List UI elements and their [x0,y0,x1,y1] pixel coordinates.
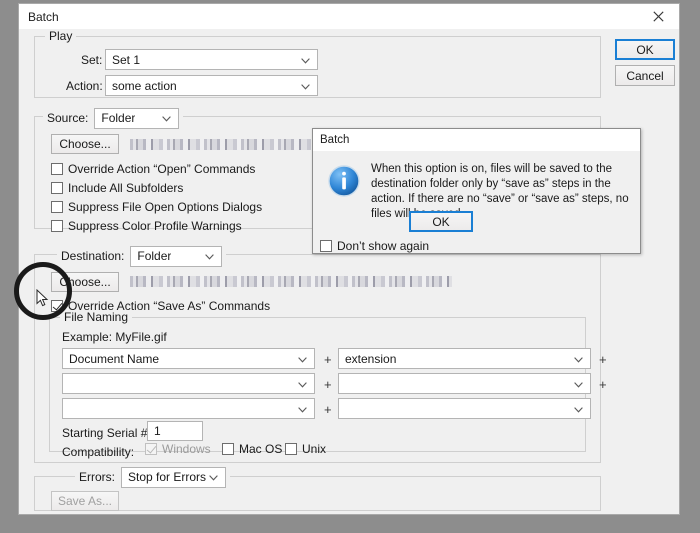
file-naming-example: Example: MyFile.gif [62,330,167,344]
action-value: some action [112,78,177,93]
naming-field-2-left[interactable] [62,398,315,419]
action-label: Action: [66,79,103,93]
naming-field-2-right[interactable] [338,398,591,419]
naming-field-0-left-value: Document Name [69,351,160,366]
file-naming-legend: File Naming [60,311,133,324]
checkbox-indicator [51,201,63,213]
chevron-down-icon [298,402,307,416]
serial-input[interactable]: 1 [147,421,203,441]
checkbox-indicator [320,240,332,252]
naming-plus-1-tail: + [599,377,607,392]
compat-unix-checkbox[interactable]: Unix [285,442,326,456]
batch-alert-dialog: Batch When this option is on, files will… [312,128,641,254]
cancel-button[interactable]: Cancel [615,65,675,86]
source-choose-button[interactable]: Choose... [51,134,119,154]
dont-show-again-label: Don’t show again [337,239,430,253]
source-option-3[interactable]: Suppress Color Profile Warnings [51,219,242,233]
info-icon [328,165,360,197]
save-as-button: Save As... [51,491,119,511]
chevron-down-icon [574,402,583,416]
title-bar: Batch [19,4,679,29]
alert-title-text: Batch [320,134,350,146]
destination-choose-button[interactable]: Choose... [51,272,119,292]
naming-plus-0: + [324,352,332,367]
chevron-down-icon [301,53,310,67]
destination-label: Destination: [61,249,125,263]
naming-field-0-right[interactable]: extension [338,348,591,369]
chevron-down-icon [298,352,307,366]
checkbox-indicator [51,182,63,194]
serial-label: Starting Serial #: [62,426,151,440]
checkbox-indicator [51,220,63,232]
destination-legend-control: Destination: Folder [57,245,227,267]
destination-value: Folder [137,249,172,263]
source-label: Source: [47,111,89,125]
window-title: Batch [28,10,59,24]
set-label: Set: [81,53,103,67]
set-combobox[interactable]: Set 1 [105,49,318,70]
destination-combobox[interactable]: Folder [130,245,223,267]
source-value: Folder [101,111,136,125]
source-option-2-label: Suppress File Open Options Dialogs [68,200,263,214]
compatibility-label: Compatibility: [62,445,135,459]
naming-field-0-left[interactable]: Document Name [62,348,315,369]
chevron-down-icon [162,111,172,125]
destination-group: Destination: Folder Choose... Override A… [34,245,607,463]
dont-show-again-checkbox[interactable]: Don’t show again [320,239,429,253]
checkbox-indicator [285,443,297,455]
naming-field-0-right-value: extension [345,351,397,366]
destination-path-redacted [130,276,452,287]
chevron-down-icon [574,377,583,391]
compat-windows-label: Windows [162,442,211,456]
compat-macos-label: Mac OS [239,442,283,456]
naming-plus-2: + [324,402,332,417]
naming-plus-1: + [324,377,332,392]
source-option-2[interactable]: Suppress File Open Options Dialogs [51,200,262,214]
naming-plus-0-tail: + [599,352,607,367]
source-option-0-label: Override Action “Open” Commands [68,162,256,176]
source-option-1[interactable]: Include All Subfolders [51,181,183,195]
alert-title-bar: Batch [313,129,640,151]
source-combobox[interactable]: Folder [94,107,180,129]
source-option-0[interactable]: Override Action “Open” Commands [51,162,255,176]
close-glyph [652,11,664,22]
play-legend: Play [45,30,77,43]
errors-group: Errors: Stop for Errors Save As... [34,466,601,511]
chevron-down-icon [298,377,307,391]
errors-value: Stop for Errors [128,470,207,484]
chevron-down-icon [205,249,215,263]
alert-ok-button[interactable]: OK [409,211,473,232]
chevron-down-icon [209,470,218,484]
errors-combobox[interactable]: Stop for Errors [121,466,226,488]
errors-legend-control: Errors: Stop for Errors [75,466,230,488]
errors-label: Errors: [79,470,115,484]
compat-macos-checkbox[interactable]: Mac OS [222,442,282,456]
naming-field-1-right[interactable] [338,373,591,394]
close-icon[interactable] [637,4,679,29]
set-value: Set 1 [112,52,141,67]
checkbox-indicator [222,443,234,455]
source-option-3-label: Suppress Color Profile Warnings [68,219,242,233]
batch-dialog: Batch OK Cancel Play Set: Set 1 Action: … [18,3,680,515]
compat-unix-label: Unix [302,442,327,456]
compat-windows-checkbox: Windows [145,442,211,456]
chevron-down-icon [574,352,583,366]
checkbox-indicator [51,163,63,175]
source-legend-control: Source: Folder [43,107,184,129]
action-combobox[interactable]: some action [105,75,318,96]
ok-button[interactable]: OK [615,39,675,60]
chevron-down-icon [301,79,310,93]
naming-field-1-left[interactable] [62,373,315,394]
play-group: Play Set: Set 1 Action: some action [34,30,601,98]
checkbox-indicator [145,443,157,455]
file-naming-group: File Naming Example: MyFile.gif Document… [49,311,607,459]
source-option-1-label: Include All Subfolders [68,181,184,195]
